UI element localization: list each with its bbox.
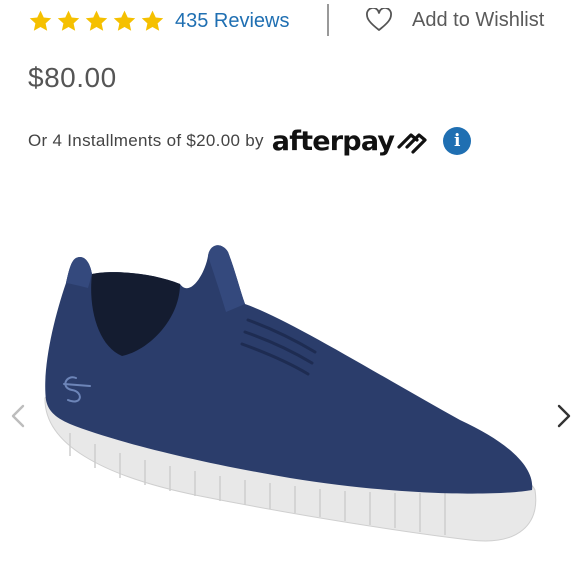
chevron-left-icon (8, 400, 30, 432)
heart-outline-icon (366, 8, 392, 32)
star-icon (28, 9, 53, 34)
star-rating (28, 9, 165, 34)
star-icon (112, 9, 137, 34)
info-icon[interactable]: i (443, 127, 472, 155)
star-icon (140, 9, 165, 34)
star-icon (56, 9, 81, 34)
divider (327, 4, 329, 36)
afterpay-wordmark: afterpay (271, 125, 395, 157)
reviews-link[interactable]: 435 Reviews (175, 10, 290, 33)
installments-row: Or 4 Installments of $20.00 by afterpay … (28, 124, 472, 158)
carousel-next-button[interactable] (552, 400, 574, 432)
star-icon (84, 9, 109, 34)
add-to-wishlist-button[interactable]: Add to Wishlist (366, 6, 544, 34)
wishlist-label: Add to Wishlist (412, 8, 545, 31)
afterpay-logo: afterpay (272, 126, 429, 157)
product-price: $80.00 (28, 62, 117, 93)
carousel-prev-button[interactable] (8, 400, 30, 432)
navy-slip-on-sneaker-image (44, 245, 537, 542)
rating-row: 435 Reviews (28, 6, 290, 36)
installments-text: Or 4 Installments of $20.00 by (28, 131, 264, 150)
afterpay-logo-icon (394, 128, 429, 154)
chevron-right-icon (552, 400, 574, 432)
product-image (40, 228, 540, 558)
